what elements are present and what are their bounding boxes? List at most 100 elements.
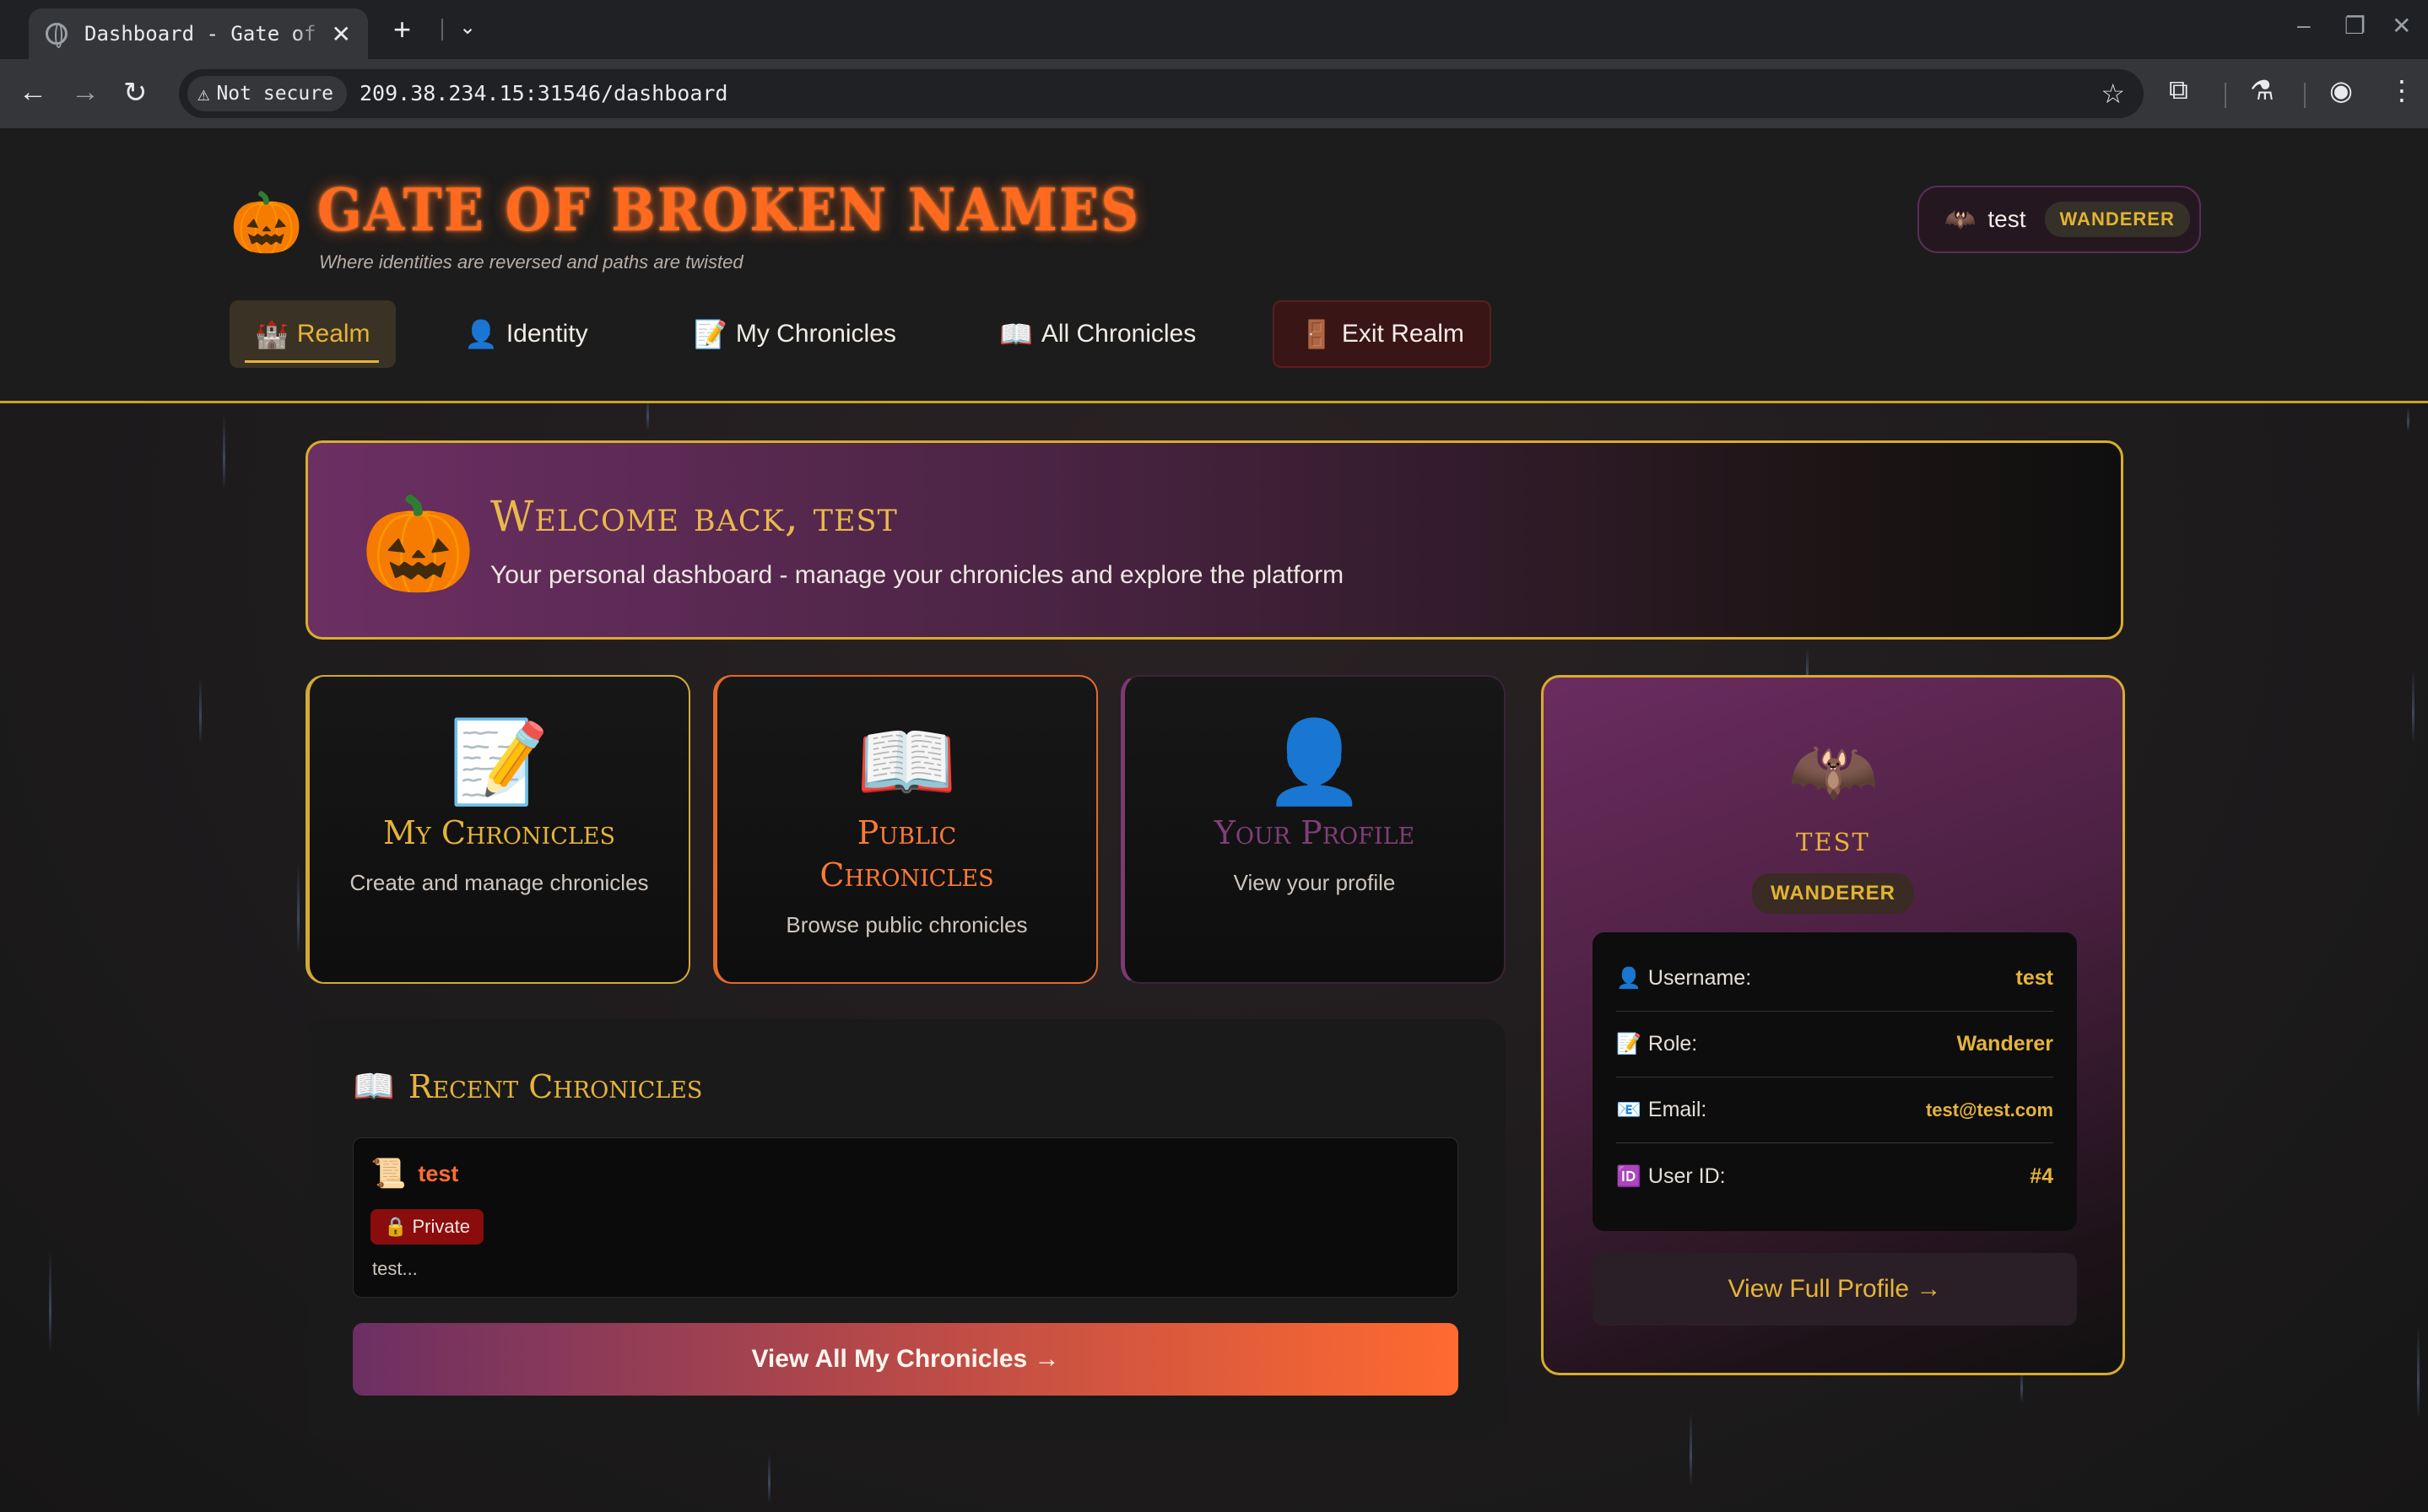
reload-icon[interactable]: ↻ (123, 76, 148, 110)
recent-chronicles-panel: 📖 Recent Chronicles 📜 test 🔒 Private tes… (306, 1019, 1506, 1439)
rain-streak (199, 677, 202, 744)
rain-streak (1690, 1411, 1692, 1487)
chronicle-excerpt: test... (372, 1258, 418, 1279)
rain-streak (223, 413, 225, 489)
browser-tab[interactable]: Dashboard - Gate of Broken Names ✕ (29, 8, 368, 59)
recent-chronicles-header: 📖 Recent Chronicles (353, 1066, 702, 1106)
minimize-window-icon[interactable]: – (2297, 12, 2311, 39)
info-row-role: 📝 Role: Wanderer (1616, 1012, 2053, 1077)
person-silhouette-icon: 👤 (1263, 717, 1365, 807)
chronicle-item[interactable]: 📜 test 🔒 Private test... (353, 1137, 1458, 1298)
rain-streak (768, 1453, 771, 1504)
info-row-user-id: 🆔 User ID: #4 (1616, 1143, 2053, 1209)
info-label: 📝 Role: (1616, 1032, 1697, 1056)
role-badge: WANDERER (2044, 202, 2190, 237)
email-value: test@test.com (1925, 1099, 2053, 1120)
user-id-label: User ID: (1647, 1164, 1726, 1188)
nav-exit-realm[interactable]: 🚪 Exit Realm (1273, 300, 1491, 368)
card-public-chronicles[interactable]: 📖 Public Chronicles Browse public chroni… (713, 675, 1098, 984)
new-tab-button[interactable]: + (393, 12, 411, 47)
nav-label: Realm (296, 320, 370, 348)
chronicle-title-row: 📜 test (370, 1157, 458, 1191)
welcome-banner: 🎃 Welcome back, test Your personal dashb… (306, 440, 2123, 640)
username-value: test (2015, 966, 2053, 990)
user-chip[interactable]: 🦇 test WANDERER (1917, 186, 2201, 253)
globe-icon (46, 23, 68, 48)
welcome-subtitle: Your personal dashboard - manage your ch… (490, 561, 1344, 589)
warning-triangle-icon: ⚠ (197, 82, 210, 105)
recent-chronicles-heading: Recent Chronicles (408, 1067, 703, 1105)
rain-streak (2407, 407, 2409, 432)
memo-icon: 📝 (1616, 1033, 1641, 1056)
scroll-icon: 📜 (370, 1158, 407, 1190)
rain-streak (49, 1250, 51, 1352)
role-value: Wanderer (1956, 1032, 2053, 1056)
browser-toolbar: ← → ↻ ⚠ Not secure 209.38.234.15:31546/d… (0, 59, 2428, 128)
site-title[interactable]: Gate of Broken Names (317, 176, 1140, 245)
card-title: Public Chronicles (819, 814, 994, 894)
nav-realm[interactable]: 🏰 Realm (230, 300, 396, 368)
profile-name: test (1796, 818, 1870, 859)
info-row-email: 📧 Email: test@test.com (1616, 1077, 2053, 1143)
chronicle-title[interactable]: test (418, 1161, 458, 1187)
back-arrow-icon[interactable]: ← (19, 76, 47, 109)
browser-tab-strip: Dashboard - Gate of Broken Names ✕ + ⌄ –… (0, 0, 2428, 59)
info-label: 🆔 User ID: (1616, 1164, 1726, 1189)
forward-arrow-icon[interactable]: → (71, 76, 100, 109)
restore-window-icon[interactable]: ❐ (2344, 12, 2366, 40)
view-full-profile-button[interactable]: View Full Profile → (1593, 1253, 2077, 1326)
nav-all-chronicles[interactable]: 📖 All Chronicles (974, 300, 1221, 368)
menu-kebab-icon[interactable]: ⋮ (2388, 74, 2415, 106)
close-tab-icon[interactable]: ✕ (332, 20, 351, 48)
role-badge: WANDERER (1751, 873, 1914, 914)
nav-identity[interactable]: 👤 Identity (439, 300, 614, 368)
user-id-value: #4 (2030, 1164, 2053, 1188)
extensions-icon[interactable]: ⧉ (2169, 74, 2188, 106)
profile-role-badge: WANDERER (1544, 873, 2122, 914)
nav-my-chronicles[interactable]: 📝 My Chronicles (668, 300, 922, 368)
nav-label: My Chronicles (735, 320, 896, 348)
id-icon: 🆔 (1616, 1164, 1641, 1188)
nav-label: All Chronicles (1041, 320, 1197, 348)
profile-card: 🦇 test WANDERER 👤 Username: test 📝 Role: W… (1541, 675, 2125, 1375)
person-icon: 👤 (464, 319, 498, 349)
page-viewport: 🎃 Gate of Broken Names Where identities … (0, 128, 2428, 1512)
rain-streak (2412, 668, 2414, 744)
bookmark-star-icon[interactable]: ☆ (2101, 78, 2125, 110)
card-description: Create and manage chronicles (349, 870, 649, 895)
memo-icon: 📝 (448, 717, 550, 807)
pumpkin-icon: 🎃 (360, 493, 476, 597)
toolbar-divider (2304, 83, 2306, 108)
close-window-icon[interactable]: ✕ (2392, 12, 2411, 40)
bat-avatar-icon: 🦇 (1787, 731, 1879, 812)
labs-flask-icon[interactable]: ⚗ (2250, 74, 2274, 106)
role-label: Role: (1647, 1032, 1698, 1056)
tab-search-chevron-icon[interactable]: ⌄ (459, 15, 476, 40)
person-icon: 👤 (1616, 967, 1641, 990)
private-badge: 🔒 Private (370, 1209, 484, 1245)
address-bar[interactable]: ⚠ Not secure 209.38.234.15:31546/dashboa… (179, 69, 2144, 118)
security-label: Not secure (216, 83, 333, 105)
card-description: View your profile (1233, 870, 1396, 895)
username-label: Username: (1647, 966, 1752, 990)
tab-title: Dashboard - Gate of Broken Names (84, 22, 329, 46)
url-text[interactable]: 209.38.234.15:31546/dashboard (360, 81, 728, 105)
rain-streak (2417, 1326, 2420, 1419)
profile-icon[interactable]: ◉ (2329, 74, 2353, 106)
card-your-profile[interactable]: 👤 Your Profile View your profile (1121, 675, 1506, 984)
view-all-chronicles-button[interactable]: View All My Chronicles → (353, 1323, 1458, 1396)
profile-info-table: 👤 Username: test 📝 Role: Wanderer 📧 Email: … (1593, 932, 2077, 1231)
card-my-chronicles[interactable]: 📝 My Chronicles Create and manage chroni… (306, 675, 690, 984)
email-label: Email: (1647, 1098, 1707, 1121)
open-book-icon: 📖 (856, 717, 958, 807)
pumpkin-logo-icon[interactable]: 🎃 (230, 189, 303, 258)
castle-icon: 🏰 (255, 319, 289, 349)
tab-divider (441, 19, 443, 40)
toolbar-divider (2225, 83, 2226, 108)
security-indicator[interactable]: ⚠ Not secure (187, 76, 347, 111)
site-tagline: Where identities are reversed and paths … (319, 251, 744, 273)
email-icon: 📧 (1616, 1099, 1641, 1121)
bat-icon: 🦇 (1944, 205, 1976, 234)
card-description: Browse public chronicles (786, 912, 1028, 937)
nav-label: Identity (506, 320, 588, 348)
